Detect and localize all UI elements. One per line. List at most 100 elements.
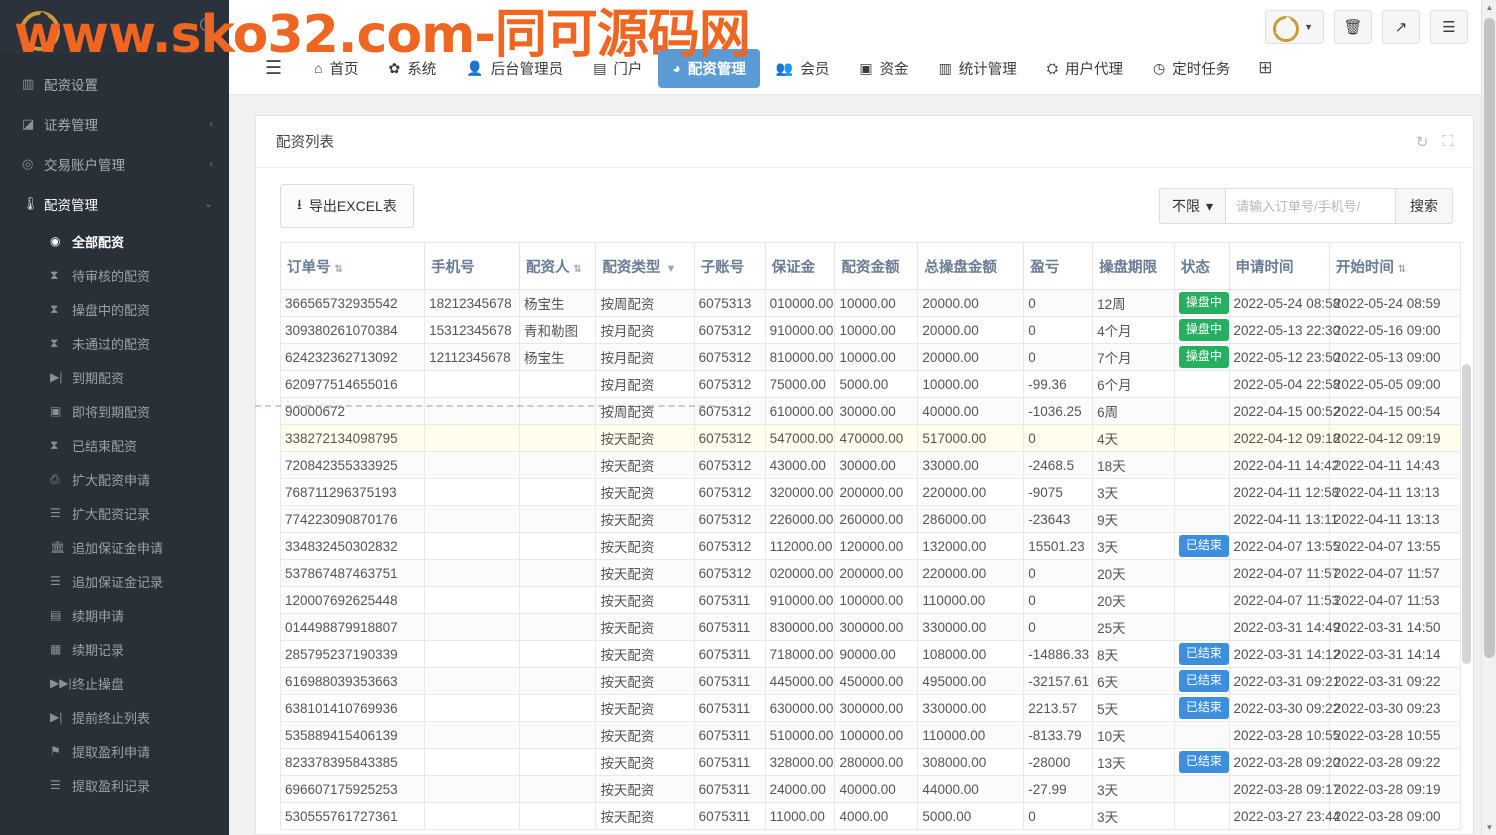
scroll-up-arrow-icon[interactable]: ▲ <box>1482 0 1496 15</box>
table-row[interactable]: 530555761727361 按天配资 6075311 11000.00 4000.0… <box>279 802 1462 830</box>
sidebar-subitem-14[interactable]: ▶| 提前终止列表 <box>0 700 229 734</box>
column-header-12[interactable]: 开始时间 ⇅ <box>1328 242 1462 290</box>
nav-item-5[interactable]: 👥 会员 <box>762 49 843 88</box>
user-menu-button[interactable]: ▼ <box>1265 10 1324 44</box>
scroll-down-arrow-icon[interactable]: ▼ <box>1482 820 1496 835</box>
nav-item-0[interactable]: ⌂ 首页 <box>300 49 372 88</box>
sidebar-subitem-1[interactable]: ⧗ 待审核的配资 <box>0 258 229 292</box>
table-row[interactable]: 309380261070384 15312345678 青和勒图 按月配资 607531… <box>279 316 1462 344</box>
camera-icon: ▣ <box>50 404 62 418</box>
nav-item-4[interactable]: ◕ 配资管理 <box>658 48 760 88</box>
column-header-7[interactable]: 总操盘金额 <box>917 242 1025 290</box>
table-row[interactable]: 90000672 按周配资 6075312 610000.00 30000.00 4000… <box>279 397 1462 425</box>
table-row[interactable]: 535889415406139 按天配资 6075311 510000.00 10000… <box>279 721 1462 749</box>
column-header-8[interactable]: 盈亏 <box>1023 242 1094 290</box>
status-badge: 操盘中 <box>1178 319 1229 341</box>
sidebar-subitem-4[interactable]: ▶| 到期配资 <box>0 360 229 394</box>
table-row[interactable]: 823378395843385 按天配资 6075311 328000.00 28000… <box>279 748 1462 776</box>
sort-icon[interactable]: ⇅ <box>335 264 343 275</box>
limit-select[interactable]: 不限 ▾ <box>1158 188 1225 224</box>
sidebar-logo[interactable] <box>0 0 229 54</box>
search-button[interactable]: 搜索 <box>1395 188 1453 224</box>
sidebar-subitem-5[interactable]: ▣ 即将到期配资 <box>0 394 229 428</box>
table-row[interactable]: 620977514655016 按月配资 6075312 75000.00 5000.0… <box>279 370 1462 398</box>
cell-deposit: 510000.00 <box>764 721 836 749</box>
trash-button[interactable]: 🗑 <box>1334 10 1372 44</box>
table-row[interactable]: 638101410769936 按天配资 6075311 630000.00 30000… <box>279 694 1462 722</box>
sidebar-subitem-10[interactable]: ☰ 追加保证金记录 <box>0 564 229 598</box>
cell-person <box>519 721 597 749</box>
table-row[interactable]: 120007692625448 按天配资 6075311 910000.00 10000… <box>279 586 1462 614</box>
sidebar-item-1[interactable]: ◪ 证券管理 ‹ <box>0 104 229 144</box>
nav-item-2[interactable]: 👤 后台管理员 <box>452 49 577 88</box>
cell-person <box>519 748 597 776</box>
column-header-11[interactable]: 申请时间 <box>1228 242 1330 290</box>
sidebar-subitem-12[interactable]: ▦ 续期记录 <box>0 632 229 666</box>
external-link-button[interactable]: ↗ <box>1382 10 1420 44</box>
column-header-9[interactable]: 操盘期限 <box>1092 242 1175 290</box>
filter-icon[interactable]: ▼ <box>665 263 676 275</box>
column-header-5[interactable]: 保证金 <box>764 242 836 290</box>
hamburger-icon[interactable]: ☰ <box>251 53 296 84</box>
sidebar-collapse-icon[interactable] <box>200 18 213 31</box>
export-excel-button[interactable]: ⭳ 导出EXCEL表 <box>280 184 414 228</box>
column-header-2[interactable]: 配资人 ⇅ <box>519 242 597 290</box>
nav-item-3[interactable]: ▤ 门户 <box>579 49 656 88</box>
table-row[interactable]: 696607175925253 按天配资 6075311 24000.00 40000.… <box>279 775 1462 803</box>
sidebar-subitem-6[interactable]: ⧗ 已结束配资 <box>0 428 229 462</box>
nav-item-8[interactable]: ⛭ 用户代理 <box>1033 49 1137 88</box>
table-scroll-container[interactable]: 订单号 ⇅ 手机号 配资人 ⇅ 配资类型 ▼ 子账号 保证金 配资金额 总操盘金额 盈亏 操盘期限 状态 申… <box>256 242 1473 832</box>
sidebar-item-3[interactable]: 🌡 配资管理 ⌄ <box>0 184 229 224</box>
table-row[interactable]: 014498879918807 按天配资 6075311 830000.00 30000… <box>279 613 1462 641</box>
sidebar-subitem-13[interactable]: ▶▶| 终止操盘 <box>0 666 229 700</box>
sidebar-subitem-15[interactable]: ⚑ 提取盈利申请 <box>0 734 229 768</box>
table-row[interactable]: 338272134098795 按天配资 6075312 547000.00 47000… <box>279 424 1462 452</box>
cell-subacct: 6075311 <box>693 748 766 776</box>
page-vertical-scrollbar[interactable]: ▲ ▼ <box>1481 0 1496 835</box>
search-input[interactable] <box>1225 188 1395 224</box>
sort-icon[interactable]: ⇅ <box>574 264 582 275</box>
column-header-1[interactable]: 手机号 <box>424 242 521 290</box>
cell-deposit: 226000.00 <box>764 505 836 533</box>
nav-item-1[interactable]: ✿ 系统 <box>375 49 451 88</box>
table-row[interactable]: 334832450302832 按天配资 6075312 112000.00 12000… <box>279 532 1462 560</box>
apps-grid-button[interactable]: ⊞ <box>1248 49 1282 87</box>
cell-term: 6天 <box>1092 667 1175 695</box>
sidebar-subitem-16[interactable]: ☰ 提取盈利记录 <box>0 768 229 802</box>
table-row[interactable]: 285795237190339 按天配资 6075311 718000.00 90000… <box>279 640 1462 668</box>
table-row[interactable]: 366565732935542 18212345678 杨宝生 按周配资 6075313… <box>279 289 1462 317</box>
sidebar-subitem-2[interactable]: ⧗ 操盘中的配资 <box>0 292 229 326</box>
fullscreen-icon[interactable]: ⛶ <box>1442 133 1453 151</box>
sort-icon[interactable]: ⇅ <box>1398 264 1406 275</box>
table-row[interactable]: 624232362713092 12112345678 杨宝生 按月配资 6075312… <box>279 343 1462 371</box>
cell-order: 285795237190339 <box>279 640 426 668</box>
panel-vertical-scrollbar-thumb[interactable] <box>1462 364 1471 664</box>
status-badge: 操盘中 <box>1178 346 1229 368</box>
column-header-6[interactable]: 配资金额 <box>834 242 919 290</box>
list-menu-button[interactable]: ☰ <box>1430 10 1468 44</box>
sidebar-item-2[interactable]: ◎ 交易账户管理 ‹ <box>0 144 229 184</box>
table-row[interactable]: 616988039353663 按天配资 6075311 445000.00 45000… <box>279 667 1462 695</box>
table-row[interactable]: 720842355333925 按天配资 6075312 43000.00 30000.… <box>279 451 1462 479</box>
sidebar-subitem-3[interactable]: ⧗ 未通过的配资 <box>0 326 229 360</box>
sidebar-subitem-11[interactable]: ▤ 续期申请 <box>0 598 229 632</box>
sidebar-subitem-8[interactable]: ☰ 扩大配资记录 <box>0 496 229 530</box>
sidebar-subitem-0[interactable]: ◉ 全部配资 <box>0 224 229 258</box>
table-row[interactable]: 768711296375193 按天配资 6075312 320000.00 20000… <box>279 478 1462 506</box>
nav-item-6[interactable]: ▣ 资金 <box>845 49 922 88</box>
cell-start_time: 2022-04-07 13:55 <box>1328 532 1462 560</box>
table-row[interactable]: 537867487463751 按天配资 6075312 020000.00 20000… <box>279 559 1462 587</box>
column-header-10[interactable]: 状态 <box>1173 242 1230 290</box>
page-scrollbar-thumb[interactable] <box>1484 18 1495 658</box>
sidebar-item-0[interactable]: ▥ 配资设置 <box>0 64 229 104</box>
refresh-icon[interactable]: ↻ <box>1416 133 1429 151</box>
cell-amount: 100000.00 <box>834 721 919 749</box>
sidebar-subitem-7[interactable]: ⎙ 扩大配资申请 <box>0 462 229 496</box>
nav-item-9[interactable]: ◷ 定时任务 <box>1139 49 1244 88</box>
table-row[interactable]: 774223090870176 按天配资 6075312 226000.00 26000… <box>279 505 1462 533</box>
column-header-0[interactable]: 订单号 ⇅ <box>279 242 426 290</box>
column-header-4[interactable]: 子账号 <box>693 242 766 290</box>
nav-item-7[interactable]: ▥ 统计管理 <box>925 49 1031 88</box>
column-header-3[interactable]: 配资类型 ▼ <box>595 242 695 290</box>
sidebar-subitem-9[interactable]: 🏛 追加保证金申请 <box>0 530 229 564</box>
